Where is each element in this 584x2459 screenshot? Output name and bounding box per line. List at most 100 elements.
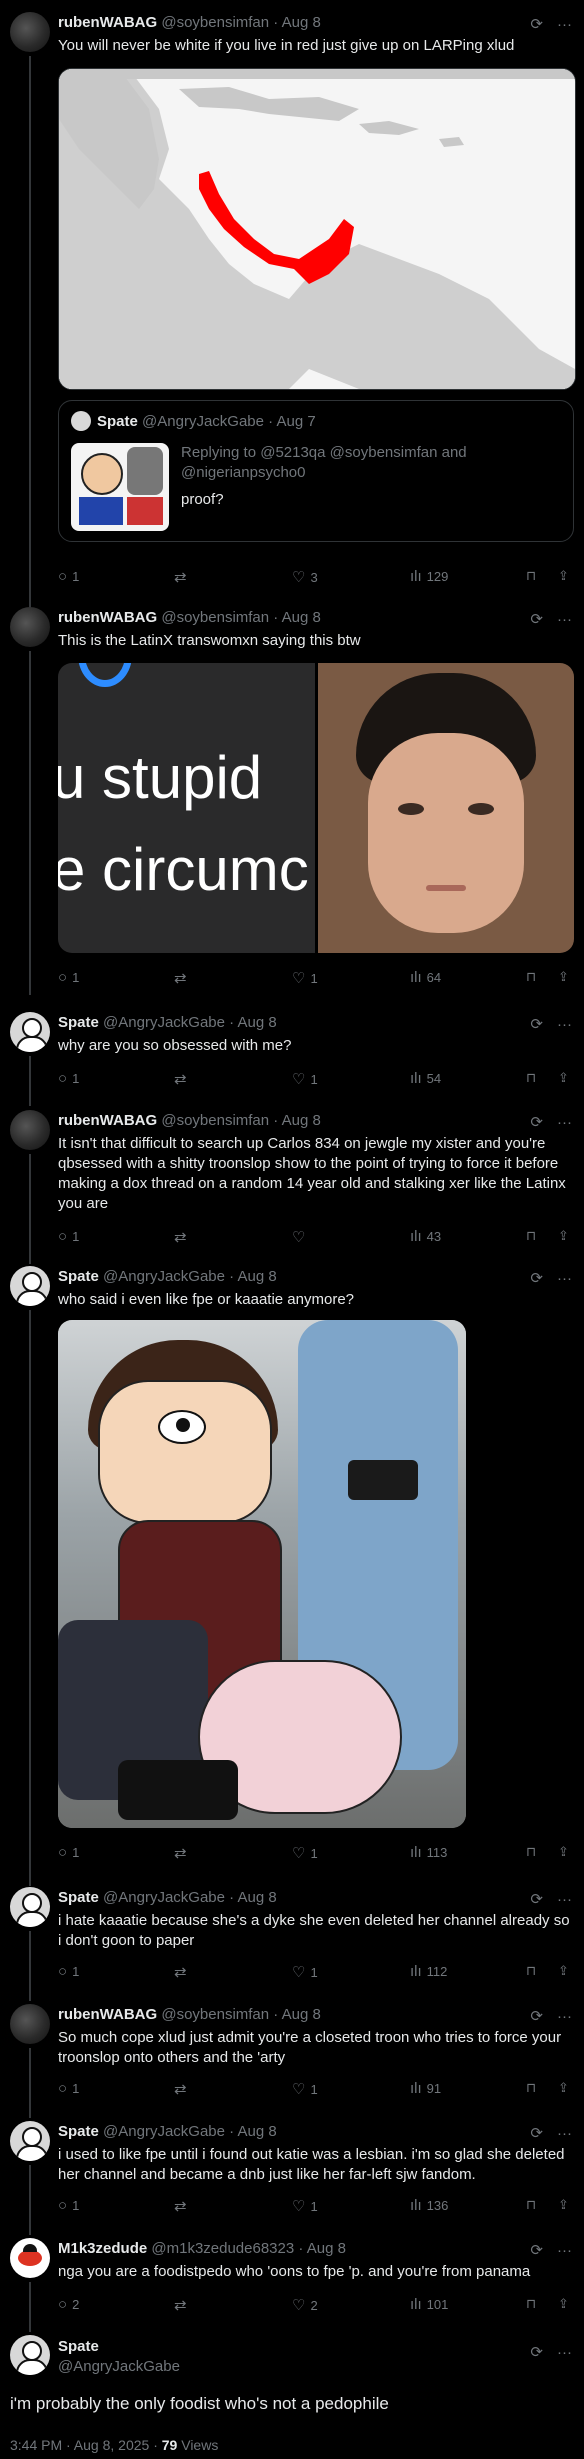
grok-icon[interactable]: ⟳ [530,1891,543,1908]
grok-icon[interactable]: ⟳ [530,2008,543,2025]
handle[interactable]: @soybensimfan [161,1112,269,1129]
bookmark-icon[interactable]: ⊓ [526,568,536,584]
grok-icon[interactable]: ⟳ [530,16,543,33]
retweet-button[interactable]: ⇄ [174,2080,192,2098]
avatar[interactable] [10,12,50,52]
bookmark-icon[interactable]: ⊓ [526,1070,536,1086]
handle[interactable]: @AngryJackGabe [103,1014,225,1031]
bookmark-icon[interactable]: ⊓ [526,2296,536,2312]
retweet-button[interactable]: ⇄ [174,1070,192,1088]
share-icon[interactable]: ⇪ [558,2296,569,2312]
share-icon[interactable]: ⇪ [558,2080,569,2096]
tweet[interactable]: rubenWABAG @soybensimfan · Aug 8 ⟳ ··· Th… [0,607,584,1002]
bookmark-icon[interactable]: ⊓ [526,2197,536,2213]
bookmark-icon[interactable]: ⊓ [526,969,536,985]
reply-button[interactable]: ○ 1 [58,2197,79,2214]
views-button[interactable]: ılı 129 [410,568,448,585]
views-button[interactable]: ılı 113 [410,1844,447,1861]
retweet-button[interactable]: ⇄ [174,969,192,987]
avatar[interactable] [10,607,50,647]
views-button[interactable]: ılı 136 [410,2197,448,2214]
retweet-button[interactable]: ⇄ [174,1228,192,1246]
views-button[interactable]: ılı 112 [410,1963,447,1980]
tweet[interactable]: M1k3zedude @m1k3zedude68323 · Aug 8 ⟳ ···… [0,2238,584,2333]
like-button[interactable]: ♡ 1 [292,2197,318,2215]
cartoon-image[interactable] [58,1320,466,1828]
timestamp[interactable]: Aug 8 [307,2240,346,2257]
retweet-button[interactable]: ⇄ [174,1963,192,1981]
views-button[interactable]: ılı 54 [410,1070,441,1087]
retweet-button[interactable]: ⇄ [174,2197,192,2215]
bookmark-icon[interactable]: ⊓ [526,1844,536,1860]
like-button[interactable]: ♡ 1 [292,969,318,987]
timestamp[interactable]: Aug 8 [282,609,321,626]
avatar[interactable] [10,1110,50,1150]
handle[interactable]: @soybensimfan [161,2006,269,2023]
handle[interactable]: @m1k3zedude68323 [151,2240,294,2257]
reply-button[interactable]: ○ 1 [58,1963,79,1980]
more-icon[interactable]: ··· [557,1016,572,1033]
avatar[interactable] [10,1266,50,1306]
reply-button[interactable]: ○ 1 [58,1070,79,1087]
quote-tweet[interactable]: Spate @AngryJackGabe · Aug 7 Replying to… [58,400,574,542]
more-icon[interactable]: ··· [557,2242,572,2259]
grok-icon[interactable]: ⟳ [530,1114,543,1131]
reply-button[interactable]: ○ 1 [58,1228,79,1245]
display-name[interactable]: rubenWABAG [58,2006,157,2023]
tweet[interactable]: rubenWABAG @soybensimfan · Aug 8 ⟳ ··· Yo… [0,12,584,616]
handle[interactable]: @AngryJackGabe [103,1268,225,1285]
avatar[interactable] [10,2238,50,2278]
retweet-button[interactable]: ⇄ [174,568,192,586]
display-name[interactable]: rubenWABAG [58,14,157,31]
share-icon[interactable]: ⇪ [558,568,569,584]
display-name[interactable]: Spate [58,1268,99,1285]
more-icon[interactable]: ··· [557,611,572,628]
views-button[interactable]: ılı 91 [410,2080,441,2097]
display-name[interactable]: Spate [58,2123,99,2140]
more-icon[interactable]: ··· [557,2344,572,2361]
share-icon[interactable]: ⇪ [558,1228,569,1244]
timestamp[interactable]: Aug 8 [238,1014,277,1031]
timestamp[interactable]: Aug 8 [282,1112,321,1129]
bookmark-icon[interactable]: ⊓ [526,2080,536,2096]
like-button[interactable]: ♡ 1 [292,1844,318,1862]
media-grid[interactable]: u stupid e circumc [58,663,574,953]
timestamp[interactable]: Aug 8 [238,2123,277,2140]
reply-button[interactable]: ○ 1 [58,568,79,585]
display-name[interactable]: rubenWABAG [58,609,157,626]
main-tweet[interactable]: Spate @AngryJackGabe ⟳ ··· i'm probably t… [0,2335,584,2455]
like-button[interactable]: ♡ 2 [292,2296,318,2314]
avatar[interactable] [10,1887,50,1927]
more-icon[interactable]: ··· [557,2008,572,2025]
tweet[interactable]: Spate @AngryJackGabe · Aug 8 ⟳ ··· i hate… [0,1887,584,2001]
tweet[interactable]: rubenWABAG @soybensimfan · Aug 8 ⟳ ··· It… [0,1110,584,1265]
share-icon[interactable]: ⇪ [558,1963,569,1979]
avatar[interactable] [10,1012,50,1052]
handle[interactable]: @soybensimfan [161,609,269,626]
selfie-image[interactable] [318,663,574,953]
handle[interactable]: @AngryJackGabe [103,1889,225,1906]
more-icon[interactable]: ··· [557,2125,572,2142]
display-name[interactable]: Spate [58,2337,180,2357]
map-image[interactable] [58,68,576,390]
reply-button[interactable]: ○ 1 [58,969,79,986]
reply-button[interactable]: ○ 2 [58,2296,79,2313]
grok-icon[interactable]: ⟳ [530,2344,543,2361]
handle[interactable]: @AngryJackGabe [103,2123,225,2140]
reply-button[interactable]: ○ 1 [58,1844,79,1861]
timestamp[interactable]: Aug 8 [238,1268,277,1285]
display-name[interactable]: Spate [58,1889,99,1906]
retweet-button[interactable]: ⇄ [174,1844,192,1862]
tweet[interactable]: Spate @AngryJackGabe · Aug 8 ⟳ ··· who sa… [0,1266,584,1886]
avatar[interactable] [10,2121,50,2161]
bookmark-icon[interactable]: ⊓ [526,1963,536,1979]
more-icon[interactable]: ··· [557,1270,572,1287]
share-icon[interactable]: ⇪ [558,969,569,985]
timestamp[interactable]: Aug 8 [282,14,321,31]
share-icon[interactable]: ⇪ [558,2197,569,2213]
views-button[interactable]: ılı 64 [410,969,441,986]
grok-icon[interactable]: ⟳ [530,1016,543,1033]
like-button[interactable]: ♡ 1 [292,2080,318,2098]
tweet[interactable]: Spate @AngryJackGabe · Aug 8 ⟳ ··· why ar… [0,1012,584,1107]
handle[interactable]: @AngryJackGabe [58,2357,180,2377]
